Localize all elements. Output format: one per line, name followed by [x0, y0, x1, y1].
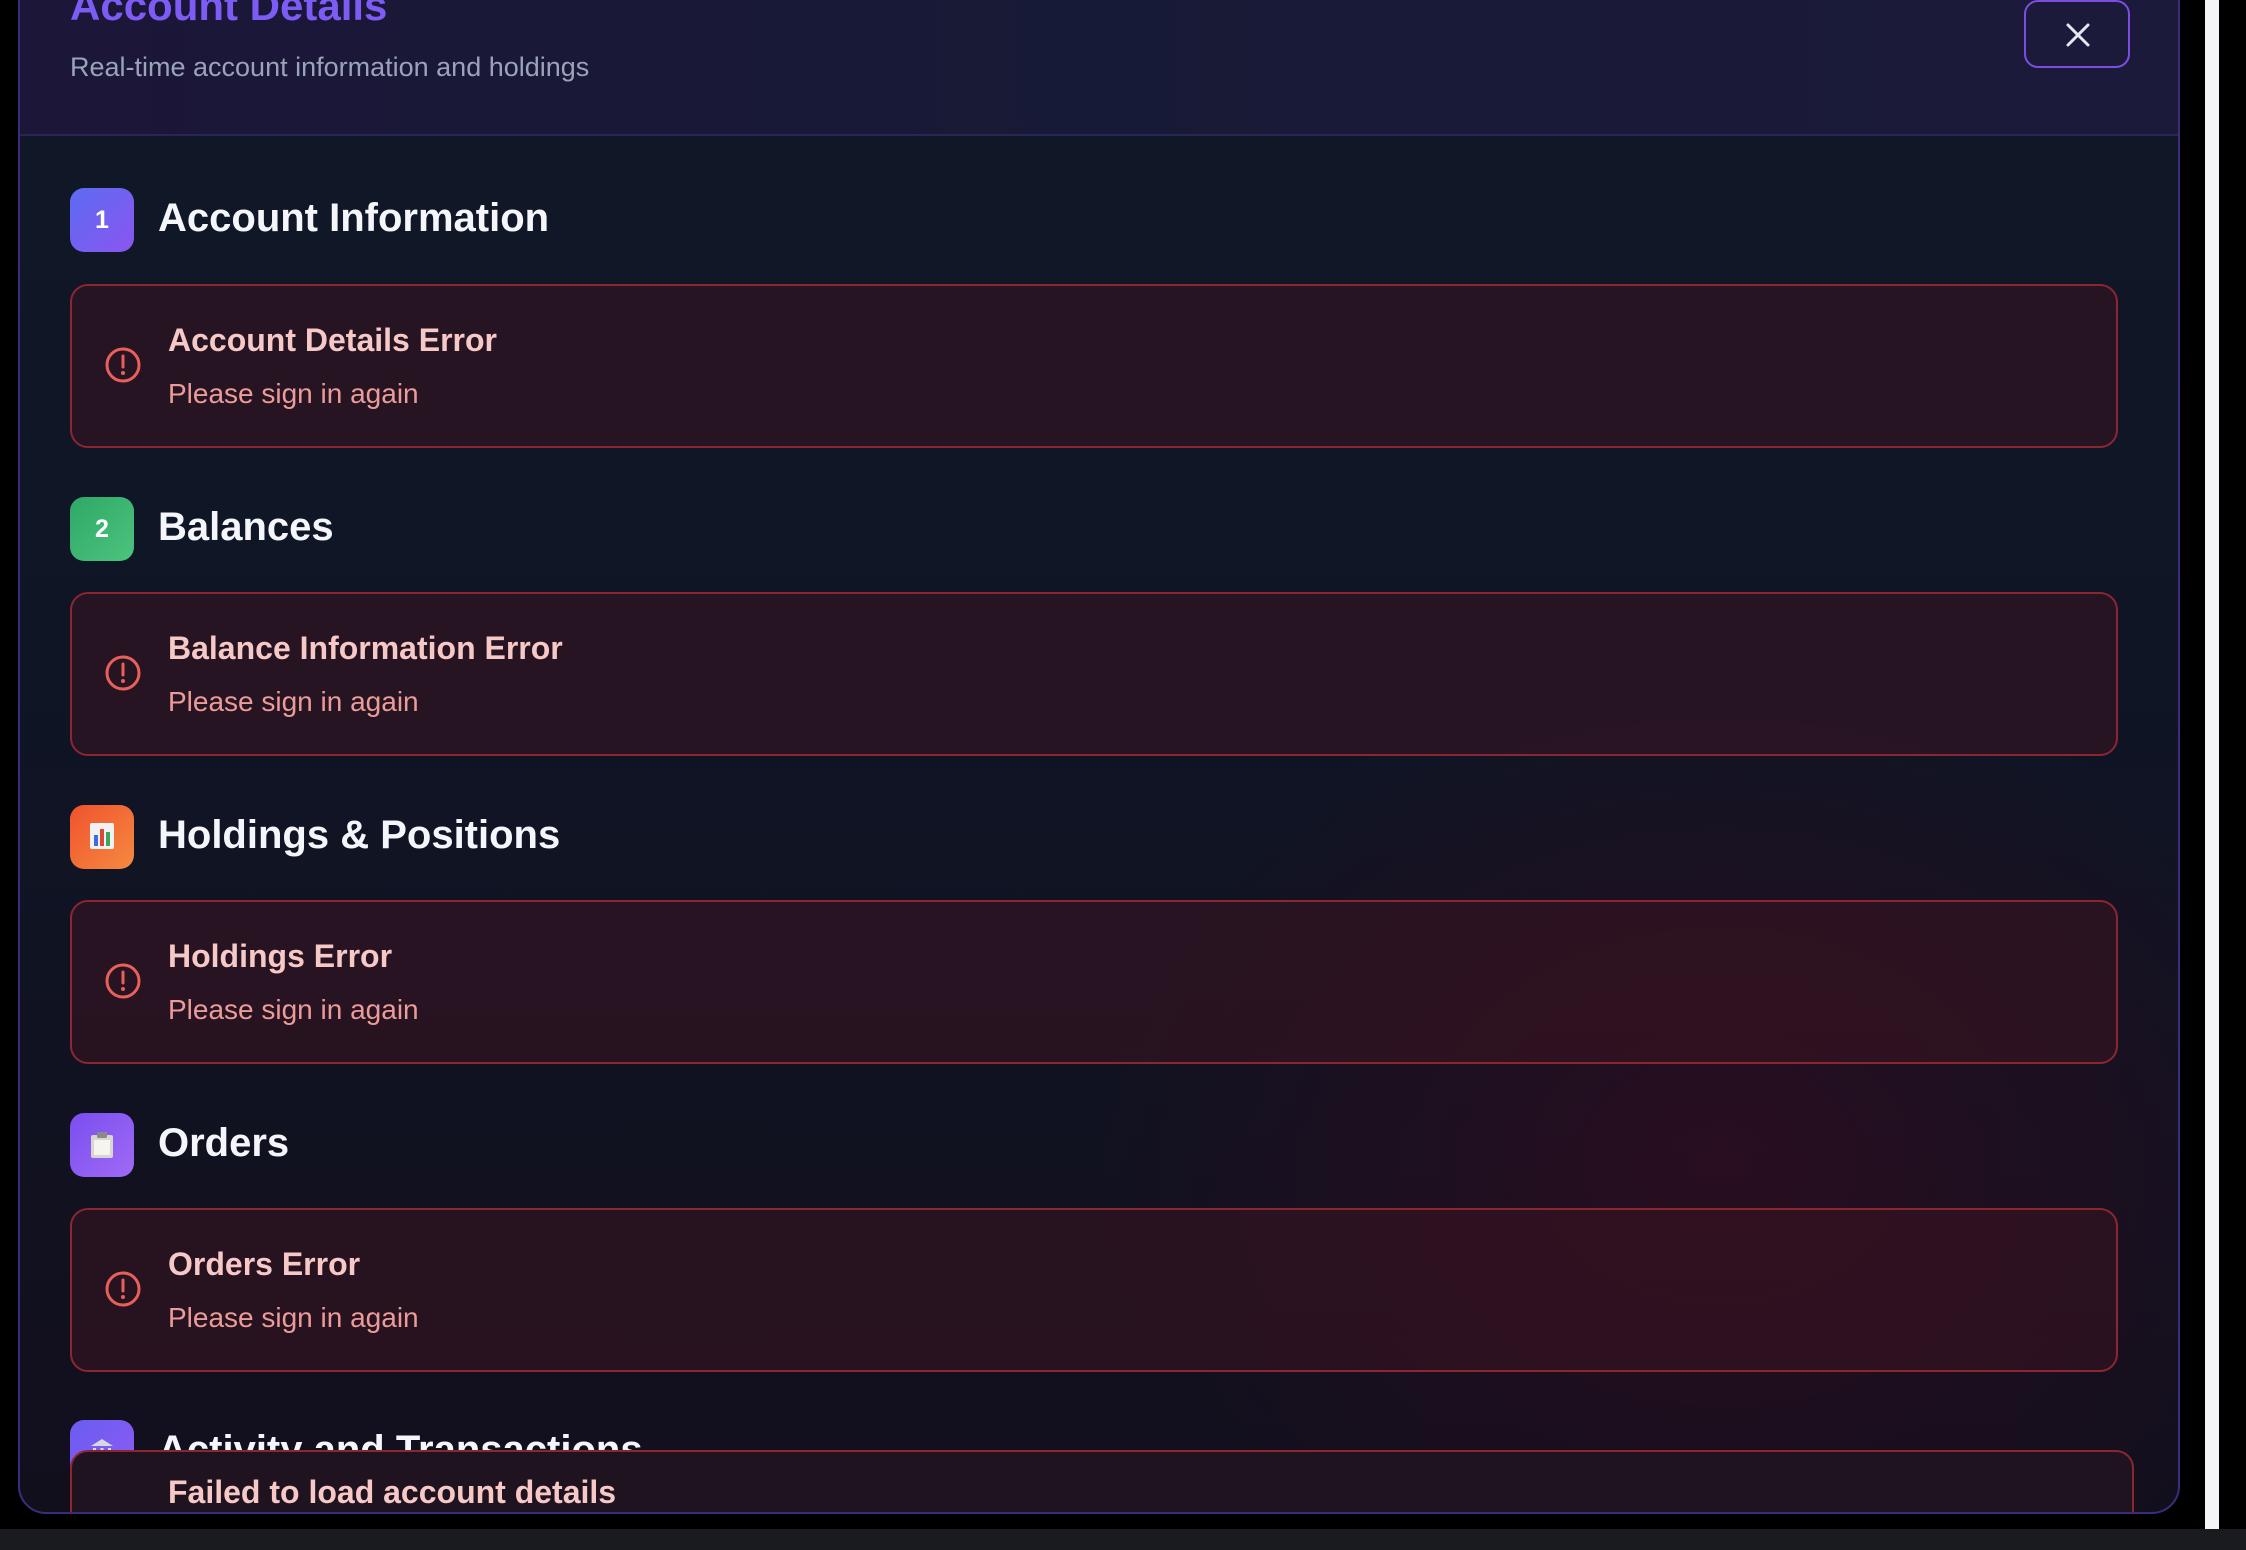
error-message: Please sign in again [168, 1302, 419, 1333]
close-icon [2066, 23, 2090, 47]
error-title: Holdings Error [168, 938, 393, 974]
modal-subtitle: Real-time account information and holdin… [70, 52, 590, 82]
error-message: Please sign in again [168, 994, 419, 1025]
account-details-error-card: Account Details Error Please sign in aga… [70, 284, 2118, 448]
modal-title: Account Details [70, 0, 388, 29]
alert-circle-icon [105, 1271, 141, 1307]
load-failed-message: Failed to load account details [168, 1474, 617, 1510]
error-message: Please sign in again [168, 378, 419, 409]
section-title: Balances [158, 505, 334, 549]
load-failed-error-card: Failed to load account details [70, 1450, 2134, 1512]
close-button[interactable] [2024, 0, 2130, 68]
error-message: Please sign in again [168, 686, 419, 717]
section-number-badge: 2 [70, 497, 134, 561]
alert-circle-icon [105, 347, 141, 383]
section-icon-badge [70, 1113, 134, 1177]
holdings-error-card: Holdings Error Please sign in again [70, 900, 2118, 1064]
account-details-modal: Account Details Real-time account inform… [18, 0, 2180, 1514]
modal-header: Account Details Real-time account inform… [20, 0, 2178, 136]
error-title: Orders Error [168, 1246, 361, 1282]
bottom-bar [0, 1529, 2246, 1550]
section-title: Account Information [158, 196, 550, 240]
balance-information-error-card: Balance Information Error Please sign in… [70, 592, 2118, 756]
section-title: Holdings & Positions [158, 813, 561, 857]
section-title: Orders [158, 1121, 290, 1165]
section-icon-badge [70, 805, 134, 869]
section-number-badge: 1 [70, 188, 134, 252]
clipboard-icon [91, 1132, 113, 1158]
error-title: Balance Information Error [168, 630, 563, 666]
alert-circle-icon [105, 655, 141, 691]
scrollbar-track[interactable] [2205, 0, 2219, 1550]
alert-circle-icon [105, 963, 141, 999]
error-title: Account Details Error [168, 322, 497, 358]
bar-chart-icon [90, 823, 114, 849]
orders-error-card: Orders Error Please sign in again [70, 1208, 2118, 1372]
